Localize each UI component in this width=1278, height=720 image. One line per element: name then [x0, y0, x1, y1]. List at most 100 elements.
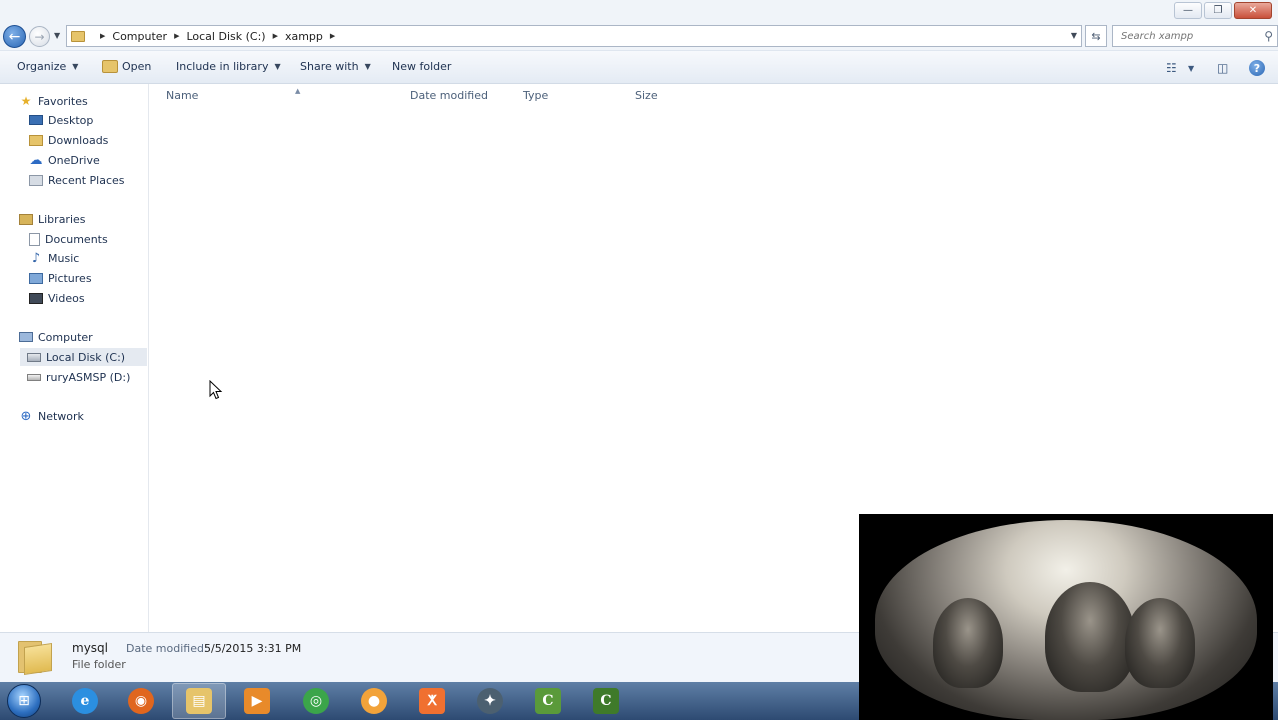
sidebar-item-label: ruryASMSP (D:) — [46, 370, 131, 384]
sidebar-item-label: Documents — [45, 232, 108, 246]
downloads-folder-icon — [29, 134, 43, 146]
navigation-pane: ★ Favorites Desktop Downloads ☁ OneDrive R… — [0, 84, 149, 632]
chevron-right-icon[interactable]: ▶ — [174, 32, 179, 40]
libraries-icon — [19, 213, 33, 225]
taskbar-app-orange-app[interactable]: ● — [347, 683, 401, 719]
include-in-library-button[interactable]: Include in library ▼ — [176, 60, 281, 73]
breadcrumb-computer[interactable]: Computer — [112, 30, 167, 43]
sort-ascending-icon: ▲ — [295, 87, 301, 95]
column-header-label: Name — [166, 89, 199, 102]
removable-drive-icon — [27, 373, 41, 381]
video-icon — [29, 292, 43, 304]
column-header-size[interactable]: Size — [635, 89, 658, 102]
back-arrow-icon: ← — [8, 28, 21, 45]
breadcrumb-local-disk[interactable]: Local Disk (C:) — [186, 30, 265, 43]
webcam-overlay — [859, 514, 1273, 720]
sidebar-item-drive-d[interactable]: ruryASMSP (D:) — [27, 368, 130, 386]
share-with-button[interactable]: Share with ▼ — [300, 60, 371, 73]
xampp-icon: ⵅ — [419, 688, 445, 714]
change-view-icon[interactable]: ☷ — [1166, 61, 1177, 75]
chevron-right-icon[interactable]: ▶ — [273, 32, 278, 40]
sidebar-item-recent-places[interactable]: Recent Places — [29, 171, 125, 189]
command-bar: Organize ▼ Open Include in library ▼ Share… — [0, 50, 1278, 84]
sidebar-item-desktop[interactable]: Desktop — [29, 111, 93, 129]
taskbar-app-internet-explorer[interactable]: e — [58, 683, 112, 719]
preview-pane-icon[interactable]: ◫ — [1217, 61, 1228, 75]
help-button[interactable]: ? — [1249, 60, 1265, 76]
column-header-date-modified[interactable]: Date modified — [410, 89, 488, 102]
taskbar-app-camtasia-studio[interactable]: C — [579, 683, 633, 719]
sidebar-item-label: Network — [38, 409, 84, 423]
sidebar-item-downloads[interactable]: Downloads — [29, 131, 108, 149]
close-button[interactable]: ✕ — [1234, 2, 1272, 19]
taskbar-app-firefox[interactable]: ◉ — [114, 683, 168, 719]
share-with-label: Share with — [300, 60, 359, 73]
folder-icon — [18, 641, 52, 675]
column-header-name[interactable]: Name ▲ — [166, 87, 300, 102]
chevron-right-icon[interactable]: ▶ — [330, 32, 335, 40]
date-modified-label: Date modified: — [126, 642, 208, 655]
sidebar-item-videos[interactable]: Videos — [29, 289, 85, 307]
sidebar-item-pictures[interactable]: Pictures — [29, 269, 92, 287]
mouse-cursor-icon — [209, 380, 223, 400]
include-in-library-label: Include in library — [176, 60, 269, 73]
camtasia-studio-icon: C — [593, 688, 619, 714]
close-icon: ✕ — [1248, 5, 1258, 16]
address-dropdown-icon[interactable]: ▼ — [1071, 31, 1077, 40]
minimize-button[interactable]: — — [1174, 2, 1202, 19]
organize-label: Organize — [17, 60, 67, 73]
sidebar-item-onedrive[interactable]: ☁ OneDrive — [29, 151, 100, 169]
column-header-type[interactable]: Type — [523, 89, 548, 102]
taskbar-app-chrome[interactable]: ◎ — [289, 683, 343, 719]
selected-item-name: mysql — [72, 641, 108, 655]
selected-item-type: File folder — [72, 658, 126, 671]
open-label: Open — [122, 60, 152, 73]
help-icon: ? — [1253, 61, 1261, 75]
windows-logo-icon: ⊞ — [18, 693, 30, 709]
search-input[interactable] — [1121, 30, 1251, 42]
address-bar[interactable]: ▶ Computer ▶ Local Disk (C:) ▶ xampp ▶ ▼ — [66, 25, 1082, 47]
recent-places-icon — [29, 174, 43, 186]
window-controls: — ❐ ✕ — [1172, 2, 1272, 19]
sidebar-item-music[interactable]: ♪ Music — [29, 249, 79, 267]
taskbar-app-satellite-app[interactable]: ✦ — [463, 683, 517, 719]
sidebar-item-label: Local Disk (C:) — [46, 350, 126, 364]
breadcrumb-xampp[interactable]: xampp — [285, 30, 323, 43]
chevron-down-icon: ▼ — [274, 62, 281, 71]
sidebar-item-network[interactable]: ⊕ Network — [19, 407, 84, 425]
chevron-down-icon: ▼ — [72, 62, 79, 71]
forward-button[interactable]: → — [29, 26, 50, 47]
new-folder-button[interactable]: New folder — [392, 60, 451, 73]
sidebar-item-favorites[interactable]: ★ Favorites — [19, 92, 88, 110]
folder-open-icon — [102, 60, 118, 73]
chevron-down-icon[interactable]: ▼ — [1188, 64, 1194, 73]
media-player-icon: ▶ — [244, 688, 270, 714]
chevron-down-icon: ▼ — [364, 62, 371, 71]
new-folder-label: New folder — [392, 60, 452, 73]
sidebar-item-label: Libraries — [38, 212, 86, 226]
start-button[interactable]: ⊞ — [7, 684, 41, 718]
search-box[interactable]: ⚲ — [1112, 25, 1278, 47]
taskbar-app-xampp[interactable]: ⵅ — [405, 683, 459, 719]
refresh-button[interactable]: ⇆ — [1085, 25, 1107, 47]
chevron-right-icon[interactable]: ▶ — [100, 32, 105, 40]
chrome-icon: ◎ — [303, 688, 329, 714]
webcam-person — [933, 598, 1003, 688]
recent-pages-dropdown[interactable]: ▼ — [54, 31, 60, 40]
taskbar-app-windows-explorer[interactable]: ▤ — [172, 683, 226, 719]
search-icon[interactable]: ⚲ — [1264, 29, 1273, 43]
webcam-person — [1045, 582, 1135, 692]
back-button[interactable]: ← — [3, 25, 26, 48]
taskbar-app-camtasia-recorder[interactable]: C — [521, 683, 575, 719]
sidebar-item-libraries[interactable]: Libraries — [19, 210, 86, 228]
sidebar-item-local-disk[interactable]: Local Disk (C:) — [20, 348, 147, 366]
taskbar-app-media-player[interactable]: ▶ — [230, 683, 284, 719]
organize-button[interactable]: Organize ▼ — [17, 60, 78, 73]
satellite-app-icon: ✦ — [477, 688, 503, 714]
sidebar-item-label: OneDrive — [48, 153, 100, 167]
open-button[interactable]: Open — [102, 60, 151, 73]
sidebar-item-label: Desktop — [48, 113, 94, 127]
maximize-button[interactable]: ❐ — [1204, 2, 1232, 19]
sidebar-item-computer[interactable]: Computer — [19, 328, 93, 346]
sidebar-item-documents[interactable]: Documents — [29, 230, 108, 248]
